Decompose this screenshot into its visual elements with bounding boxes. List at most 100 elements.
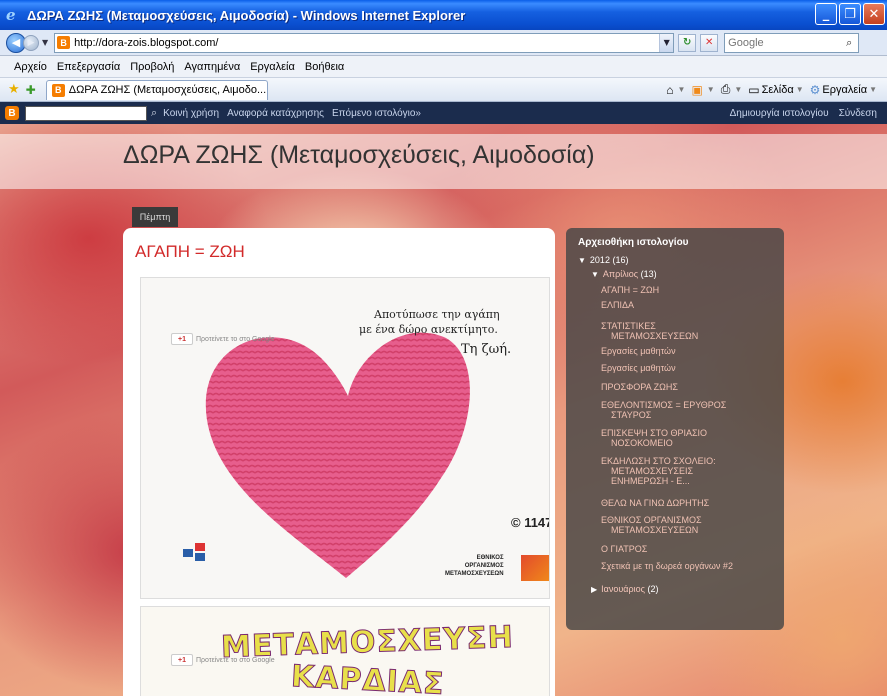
print-button[interactable]: ⎙ ▼ [721, 82, 745, 97]
blog-search-input[interactable] [26, 106, 146, 120]
archive-post-title-line: ΕΘΕΛΟΝΤΙΣΜΟΣ = ΕΡΥΘΡΟΣ [601, 400, 727, 410]
helpline-number: © 1147 [511, 515, 550, 530]
archive-post-link[interactable]: Σχετικά με τη δωρεά οργάνων #2 [601, 561, 733, 571]
ministry-logo-icon [165, 543, 225, 583]
collapsed-triangle-icon[interactable]: ▶ [591, 585, 597, 594]
archive-post-title-line: Ο ΓΙΑΤΡΟΣ [601, 544, 648, 554]
archive-post-title-line: ΝΟΣΟΚΟΜΕΙΟ [611, 438, 673, 448]
gplus-button[interactable]: +1 [171, 654, 193, 666]
archive-post-title-line: ΑΓΑΠΗ = ΖΩΗ [601, 285, 660, 295]
archive-post-link[interactable]: Ο ΓΙΑΤΡΟΣ [601, 544, 647, 554]
search-input[interactable] [728, 36, 847, 49]
internet-explorer-icon: e [6, 6, 16, 24]
sign-in-link[interactable]: Σύνδεση [839, 108, 877, 119]
expanded-triangle-icon[interactable]: ▼ [591, 270, 599, 279]
menu-tools[interactable]: Εργαλεία [250, 61, 295, 73]
home-icon: ⌂ [666, 82, 674, 97]
expanded-triangle-icon[interactable]: ▼ [578, 256, 586, 265]
archive-post-link[interactable]: ΑΓΑΠΗ = ΖΩΗ [601, 285, 659, 295]
window-titlebar[interactable]: e ΔΩΡΑ ΖΩΗΣ (Μεταμοσχεύσεις, Αιμοδοσία) … [0, 0, 887, 30]
archive-post-link[interactable]: ΕΚΔΗΛΩΣΗ ΣΤΟ ΣΧΟΛΕΙΟ: ΜΕΤΑΜΟΣΧΕΥΣΕΙΣ ΕΝΗΜΕ… [601, 456, 716, 486]
maximize-button[interactable]: ❐ [839, 3, 861, 25]
gplus-share[interactable]: +1 Προτείνετε το στο Google [171, 333, 275, 345]
blogger-navbar: B ⌕ Κοινή χρήση Αναφορά κατάχρησης Επόμε… [0, 102, 887, 124]
blogger-favicon-icon: B [57, 36, 71, 49]
archive-post-title-line: ΕΝΗΜΕΡΩΣΗ - Ε... [611, 476, 690, 486]
tab-toolbar: ★ ✚ B ΔΩΡΑ ΖΩΗΣ (Μεταμοσχεύσεις, Αιμοδο.… [0, 78, 887, 102]
print-icon: ⎙ [720, 82, 731, 96]
blogger-favicon-icon: B [51, 83, 65, 97]
gplus-button[interactable]: +1 [171, 333, 193, 345]
address-bar[interactable]: B http://dora-zois.blogspot.com/ ▼ [54, 32, 675, 53]
refresh-button[interactable]: ↻ [678, 33, 697, 52]
blogger-logo-icon[interactable]: B [5, 106, 19, 120]
next-blog-link[interactable]: Επόμενο ιστολόγιο» [332, 108, 421, 119]
tab-current[interactable]: B ΔΩΡΑ ΖΩΗΣ (Μεταμοσχεύσεις, Αιμοδο... [45, 79, 268, 100]
archive-post-title-line: ΜΕΤΑΜΟΣΧΕΥΣΕΙΣ [611, 466, 694, 476]
image-text-line2: με ένα δώρο ανεκτίμητο. [359, 323, 498, 336]
address-dropdown-button[interactable]: ▼ [659, 33, 674, 52]
archive-post-link[interactable]: ΠΡΟΣΦΟΡΑ ΖΩΗΣ [601, 382, 678, 392]
archive-post-link[interactable]: Εργασίες μαθητών [601, 363, 676, 373]
blog-title[interactable]: ΔΩΡΑ ΖΩΗΣ (Μεταμοσχεύσεις, Αιμοδοσία) [123, 141, 595, 170]
add-favorite-icon[interactable]: ✚ [26, 83, 36, 97]
feeds-button[interactable]: ▣ ▼ [691, 83, 716, 97]
archive-post-link[interactable]: ΣΤΑΤΙΣΤΙΚΕΣ ΜΕΤΑΜΟΣΧΕΥΣΕΩΝ [601, 321, 698, 341]
archive-post-link[interactable]: ΕΘΕΛΟΝΤΙΣΜΟΣ = ΕΡΥΘΡΟΣ ΣΤΑΥΡΟΣ [601, 400, 726, 420]
archive-post-link[interactable]: ΕΠΙΣΚΕΨΗ ΣΤΟ ΘΡΙΑΣΙΟ ΝΟΣΟΚΟΜΕΙΟ [601, 428, 707, 448]
blog-search-box[interactable] [25, 105, 147, 121]
organization-name: ΕΘΝΙΚΟΣ ΟΡΓΑΝΙΣΜΟΣ ΜΕΤΑΜΟΣΧΕΥΣΕΩΝ [445, 555, 504, 577]
archive-month-april[interactable]: ▼ Απρίλιος (13) [591, 269, 657, 280]
post-title[interactable]: ΑΓΑΠΗ = ΖΩΗ [135, 242, 245, 262]
post-image-heart-transplant[interactable]: ΜΕΤΑΜΟΣΧΕΥΣΗ ΚΑΡΔΙΑΣ +1 Προτείνετε το στ… [140, 606, 550, 696]
tools-menu-button[interactable]: ⚙ Εργαλεία ▼ [810, 83, 879, 97]
archive-post-title-line: ΕΛΠΙΔΑ [601, 300, 635, 310]
image2-text-line2: ΚΑΡΔΙΑΣ [290, 659, 446, 696]
search-icon[interactable]: ⌕ [846, 36, 852, 50]
archive-post-title-line: ΘΕΛΩ ΝΑ ΓΙΝΩ ΔΩΡΗΤΗΣ [601, 498, 710, 508]
archive-post-title-line: ΕΚΔΗΛΩΣΗ ΣΤΟ ΣΧΟΛΕΙΟ: [601, 456, 716, 466]
eom-logo-icon [521, 555, 549, 581]
archive-post-title-line: Εργασίες μαθητών [601, 363, 676, 373]
search-icon[interactable]: ⌕ [151, 106, 157, 120]
gplus-label: Προτείνετε το στο Google [196, 656, 275, 664]
archive-post-link[interactable]: Εργασίες μαθητών [601, 346, 676, 356]
menu-edit[interactable]: Επεξεργασία [57, 61, 120, 73]
archive-post-title-line: ΣΤΑΥΡΟΣ [611, 410, 652, 420]
archive-post-link[interactable]: ΘΕΛΩ ΝΑ ΓΙΝΩ ΔΩΡΗΤΗΣ [601, 498, 709, 508]
home-button[interactable]: ⌂ ▼ [666, 83, 687, 97]
menu-file[interactable]: Αρχείο [14, 61, 47, 73]
blog-archive-widget: Αρχειοθήκη ιστολογίου ▼ 2012 (16) ▼ Απρίλι… [566, 228, 784, 630]
rss-icon: ▣ [691, 82, 703, 97]
image-text-line1: Αποτύπωσε την αγάπη [374, 308, 500, 321]
recent-pages-dropdown[interactable]: ▼ [42, 38, 48, 47]
archive-year-2012[interactable]: ▼ 2012 (16) [578, 255, 628, 266]
tools-menu-label: Εργαλεία [822, 83, 868, 96]
menu-bar: Αρχείο Επεξεργασία Προβολή Αγαπημένα Εργ… [0, 56, 887, 78]
menu-favorites[interactable]: Αγαπημένα [184, 61, 240, 73]
gplus-share[interactable]: +1 Προτείνετε το στο Google [171, 654, 275, 666]
post-image-heart[interactable]: Αποτύπωσε την αγάπη με ένα δώρο ανεκτίμη… [140, 277, 550, 599]
page-menu-button[interactable]: ▭ Σελίδα ▼ [748, 83, 805, 97]
close-button[interactable]: ✕ [863, 3, 885, 25]
address-input[interactable]: http://dora-zois.blogspot.com/ [74, 37, 218, 49]
stop-button[interactable]: ✕ [700, 33, 719, 52]
archive-month-january[interactable]: ▶ Ιανουάριος (2) [591, 584, 658, 595]
forward-button[interactable]: ▶ [23, 34, 39, 51]
tab-page-pempti[interactable]: Πέμπτη [132, 207, 178, 227]
archive-post-link[interactable]: ΕΘΝΙΚΟΣ ΟΡΓΑΝΙΣΜΟΣ ΜΕΤΑΜΟΣΧΕΥΣΕΩΝ [601, 515, 702, 535]
favorites-star-icon[interactable]: ★ [8, 82, 20, 97]
image-text-line3: Τη ζωή. [461, 342, 512, 357]
search-box[interactable]: ⌕ [724, 32, 860, 53]
create-blog-link[interactable]: Δημιουργία ιστολογίου [730, 108, 829, 119]
menu-help[interactable]: Βοήθεια [305, 61, 344, 73]
menu-view[interactable]: Προβολή [130, 61, 174, 73]
address-toolbar: ◀ ▶ ▼ B http://dora-zois.blogspot.com/ ▼… [0, 30, 887, 56]
archive-post-link[interactable]: ΕΛΠΙΔΑ [601, 300, 634, 310]
gplus-label: Προτείνετε το στο Google [196, 335, 275, 343]
minimize-button[interactable]: _ [815, 3, 837, 25]
archive-post-title-line: ΜΕΤΑΜΟΣΧΕΥΣΕΩΝ [611, 331, 699, 341]
page-menu-label: Σελίδα [761, 83, 794, 96]
report-abuse-link[interactable]: Αναφορά κατάχρησης [227, 108, 324, 119]
share-link[interactable]: Κοινή χρήση [163, 108, 219, 119]
